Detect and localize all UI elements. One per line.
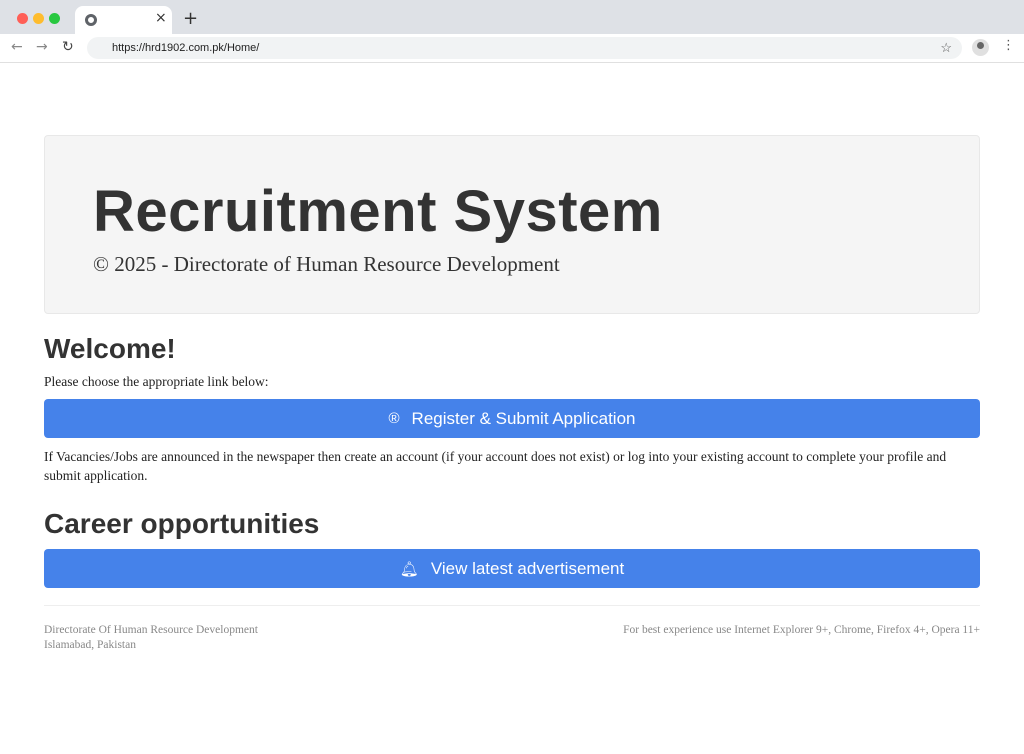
- registered-icon: ®: [388, 410, 400, 427]
- browser-tab[interactable]: ×: [75, 6, 172, 34]
- welcome-heading: Welcome!: [44, 333, 176, 364]
- bell-icon: 🔔︎: [399, 560, 419, 578]
- maximize-window-button[interactable]: [49, 13, 60, 24]
- register-help-text: If Vacancies/Jobs are announced in the n…: [44, 449, 947, 483]
- profile-avatar-icon[interactable]: [972, 39, 989, 56]
- welcome-intro: Please choose the appropriate link below…: [44, 374, 269, 389]
- view-advertisement-button[interactable]: 🔔︎ View latest advertisement: [44, 549, 980, 588]
- url-text: https://hrd1902.com.pk/Home/: [112, 42, 260, 54]
- browser-toolbar: ← → ↻ https://hrd1902.com.pk/Home/ ☆: [0, 34, 1024, 63]
- forward-icon[interactable]: →: [36, 39, 48, 55]
- browser-tab-strip: × +: [0, 0, 1024, 34]
- register-button[interactable]: ® Register & Submit Application: [44, 399, 980, 438]
- footer-org: Directorate Of Human Resource Developmen…: [44, 624, 258, 636]
- page-title: Recruitment System: [93, 179, 663, 244]
- footer-address: Directorate Of Human Resource Developmen…: [44, 623, 258, 653]
- page-subtitle: © 2025 - Directorate of Human Resource D…: [93, 252, 560, 276]
- career-heading: Career opportunities: [44, 508, 320, 539]
- footer-divider: [44, 605, 980, 606]
- bookmark-star-icon[interactable]: ☆: [940, 40, 952, 56]
- chrome-icon: [85, 14, 97, 26]
- view-advertisement-label: View latest advertisement: [430, 558, 625, 578]
- reload-icon[interactable]: ↻: [62, 39, 74, 55]
- footer-location: Islamabad, Pakistan: [44, 639, 136, 651]
- browser-menu-icon[interactable]: ⋮: [1002, 38, 1015, 53]
- header-jumbotron: Recruitment System © 2025 - Directorate …: [44, 135, 980, 314]
- tab-close-button[interactable]: ×: [155, 10, 167, 26]
- register-button-label: Register & Submit Application: [411, 408, 636, 428]
- minimize-window-button[interactable]: [33, 13, 44, 24]
- back-icon[interactable]: ←: [11, 39, 23, 55]
- new-tab-button[interactable]: +: [183, 8, 198, 29]
- close-window-button[interactable]: [17, 13, 28, 24]
- footer-browser-note: For best experience use Internet Explore…: [623, 624, 980, 636]
- address-bar[interactable]: https://hrd1902.com.pk/Home/ ☆: [87, 37, 962, 59]
